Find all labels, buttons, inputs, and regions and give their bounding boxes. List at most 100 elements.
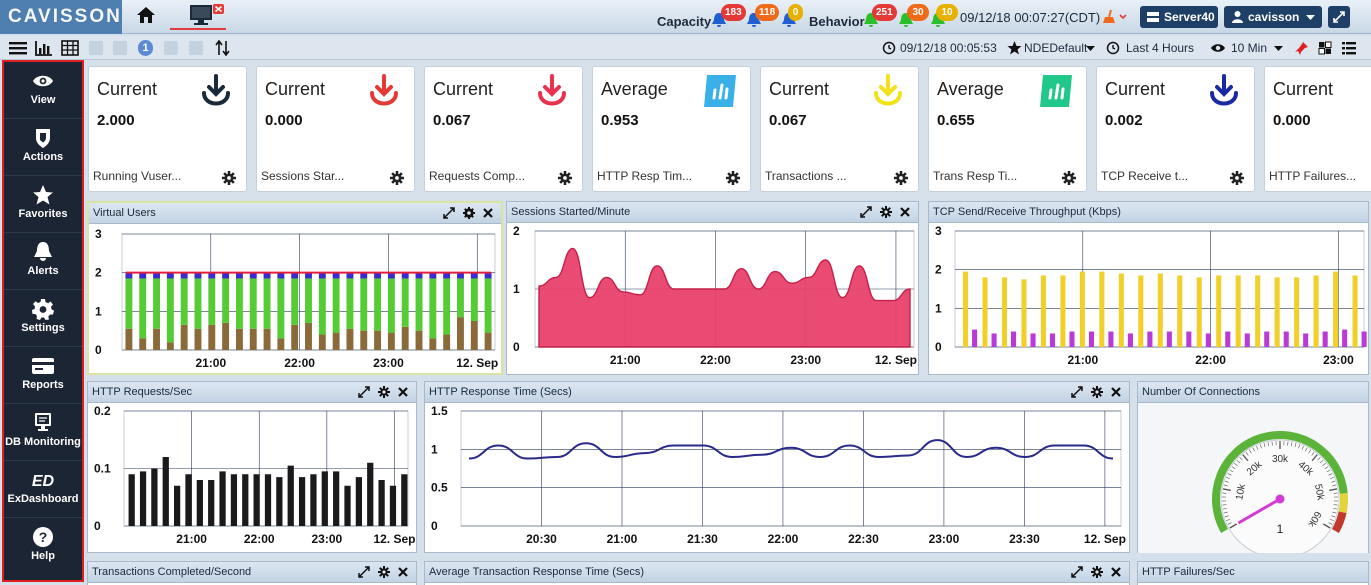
kpi-heading: Current [97, 79, 158, 99]
bar [1079, 271, 1085, 347]
monitor-icon[interactable] [170, 3, 226, 29]
panel-avg-transaction-response[interactable]: Average Transaction Response Time (Secs) [424, 561, 1130, 585]
gear-icon[interactable] [1091, 386, 1103, 398]
close-icon[interactable] [1110, 566, 1122, 578]
panel-number-of-connections[interactable]: Number Of Connections 10k 20k 30k 40k 50k 60k… [1137, 381, 1369, 553]
panel-tcp-throughput[interactable]: TCP Send/Receive Throughput (Kbps) 3 2 1 0 2… [928, 201, 1369, 375]
fullscreen-button[interactable] [1328, 6, 1350, 28]
panel-http-failures[interactable]: HTTP Failures/Sec [1137, 561, 1369, 585]
gear-icon[interactable] [894, 171, 908, 185]
sidebar-item-settings[interactable]: Settings [4, 290, 82, 347]
sort-arrows-icon[interactable] [214, 40, 232, 56]
close-icon[interactable] [1110, 386, 1122, 398]
kpi-card[interactable]: Current 0.067 Requests Comp... [424, 66, 583, 192]
kpi-card[interactable]: Current 2.000 Running Vuser... [88, 66, 247, 192]
last-page-button[interactable] [189, 41, 203, 55]
gear-icon[interactable] [222, 171, 236, 185]
x-tick-label: 21:00 [1067, 353, 1098, 367]
bar [194, 278, 202, 329]
gear-icon[interactable] [1230, 171, 1244, 185]
prev-page-button[interactable] [113, 41, 127, 55]
bar [401, 326, 409, 350]
capacity-major-badge[interactable]: 118 [755, 4, 780, 21]
gear-icon[interactable] [1062, 171, 1076, 185]
app-logo[interactable]: CAVISSON [8, 6, 122, 28]
gear-icon[interactable] [378, 566, 390, 578]
layout-icon[interactable] [1318, 40, 1332, 56]
home-icon[interactable] [136, 6, 156, 24]
user-menu-button[interactable]: cavisson [1224, 6, 1322, 28]
sidebar-item-label: DB Monitoring [5, 436, 81, 448]
panel-transactions-completed[interactable]: Transactions Completed/Second [87, 561, 417, 585]
panel-http-response-time[interactable]: HTTP Response Time (Secs) 1.5 1 0.5 0 20:30 2… [424, 381, 1130, 553]
panel-sessions-started[interactable]: Sessions Started/Minute 2 1 0 21:00 22:00 23:… [506, 201, 919, 375]
current-page[interactable]: 1 [138, 40, 153, 56]
panel-virtual-users[interactable]: Virtual Users 3 2 1 0 21:00 22:00 23:00 12. Sep [87, 201, 503, 375]
interval-select[interactable]: 10 Min [1231, 41, 1267, 55]
next-page-button[interactable] [164, 41, 178, 55]
sidebar-item-favorites[interactable]: Favorites [4, 176, 82, 233]
bar [470, 278, 478, 321]
capacity-minor-badge[interactable]: 0 [788, 4, 803, 21]
behavior-minor-badge[interactable]: 10 [936, 4, 958, 21]
kpi-card[interactable]: Average 0.953 HTTP Resp Tim... [592, 66, 751, 192]
first-page-button[interactable] [89, 41, 103, 55]
kpi-card[interactable]: Current 0.000 Sessions Star... [256, 66, 415, 192]
bar [1294, 277, 1300, 347]
kpi-card[interactable]: Current 0.067 Transactions ... [760, 66, 919, 192]
gear-icon[interactable] [558, 171, 572, 185]
kpi-card[interactable]: Current 0.000 HTTP Failures... [1264, 66, 1371, 192]
menu-icon[interactable] [9, 40, 27, 56]
close-icon[interactable] [397, 566, 409, 578]
sidebar-item-db-monitoring[interactable]: DB Monitoring [4, 404, 82, 461]
bar [208, 480, 215, 526]
chevron-down-icon[interactable] [1274, 46, 1283, 51]
gear-icon[interactable] [390, 171, 404, 185]
server-select-button[interactable]: Server40 [1140, 6, 1218, 28]
close-icon[interactable] [482, 207, 494, 219]
gear-icon[interactable] [463, 207, 475, 219]
kpi-card[interactable]: Average 0.655 Trans Resp Ti... [928, 66, 1087, 192]
download-icon [874, 74, 902, 106]
close-icon[interactable] [899, 206, 911, 218]
favorite-select[interactable]: NDEDefault [1024, 41, 1087, 55]
gear-icon[interactable] [378, 386, 390, 398]
sidebar-item-alerts[interactable]: Alerts [4, 233, 82, 290]
maximize-icon[interactable] [443, 207, 455, 219]
bar [1361, 331, 1367, 347]
list-icon[interactable] [1342, 40, 1356, 56]
gear-icon[interactable] [1091, 566, 1103, 578]
gauge-tick-label: 30k [1272, 454, 1289, 465]
gear-icon[interactable] [880, 206, 892, 218]
sidebar-item-actions[interactable]: Actions [4, 119, 82, 176]
close-icon[interactable] [397, 386, 409, 398]
panel-title: Number Of Connections [1142, 386, 1260, 398]
sidebar-item-exdashboard[interactable]: ED ExDashboard [4, 461, 82, 518]
capacity-critical-badge[interactable]: 183 [721, 4, 746, 21]
bar-chart-icon[interactable] [35, 40, 53, 56]
panel-http-requests[interactable]: HTTP Requests/Sec 0.2 0.1 0 21:00 22:00 23:00… [87, 381, 417, 553]
maximize-icon[interactable] [358, 386, 370, 398]
pin-icon[interactable] [1294, 40, 1310, 56]
sidebar-item-label: Reports [22, 379, 64, 391]
y-tick-label: 0 [94, 519, 101, 533]
sidebar-item-reports[interactable]: Reports [4, 347, 82, 404]
cleanup-icon[interactable] [1100, 8, 1128, 26]
time-range-select[interactable]: Last 4 Hours [1126, 41, 1194, 55]
area-series [538, 247, 911, 348]
maximize-icon[interactable] [1071, 386, 1083, 398]
kpi-card[interactable]: Current 0.002 TCP Receive t... [1096, 66, 1255, 192]
table-icon[interactable] [61, 40, 79, 56]
y-tick-label: 0.1 [94, 462, 111, 476]
maximize-icon[interactable] [1071, 566, 1083, 578]
sidebar-item-help[interactable]: ? Help [4, 518, 82, 575]
bar [125, 278, 133, 329]
chevron-down-icon[interactable] [1086, 46, 1095, 51]
gear-icon[interactable] [726, 171, 740, 185]
sidebar-item-view[interactable]: View [4, 62, 82, 119]
behavior-major-badge[interactable]: 30 [907, 4, 929, 21]
behavior-critical-badge[interactable]: 251 [872, 4, 897, 21]
maximize-icon[interactable] [860, 206, 872, 218]
maximize-icon[interactable] [358, 566, 370, 578]
y-tick-label: 1 [935, 301, 942, 315]
